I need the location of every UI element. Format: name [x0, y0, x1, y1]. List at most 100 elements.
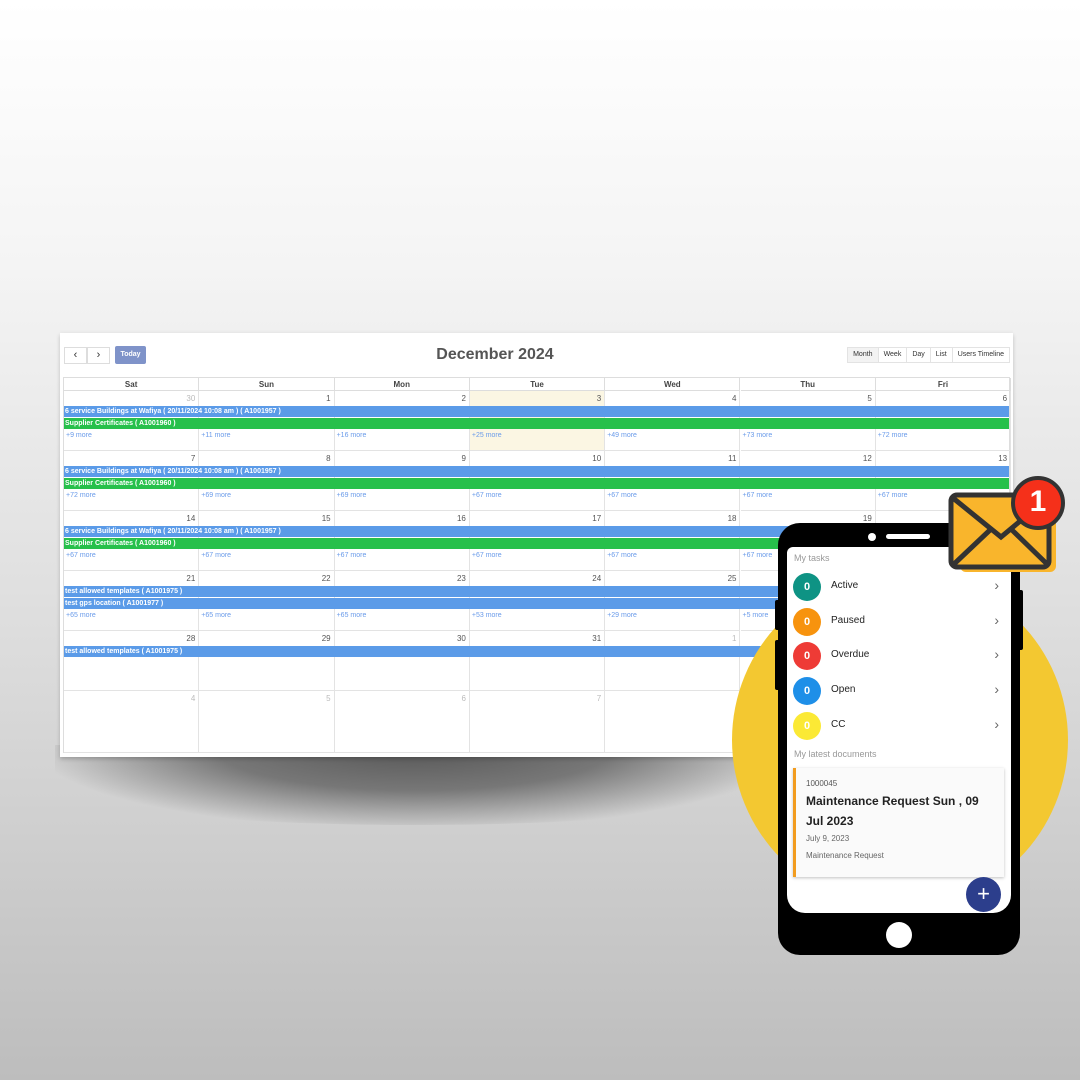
next-button[interactable]: ›	[87, 347, 110, 364]
chevron-right-icon: ›	[994, 681, 999, 697]
more-link[interactable]: +67 more	[743, 492, 773, 499]
day-number: 14	[186, 514, 196, 523]
day-number: 1	[732, 634, 737, 643]
day-cell[interactable]: 5	[199, 691, 335, 753]
task-row-active[interactable]: 0 Active ›	[793, 572, 1005, 602]
day-number: 19	[862, 514, 872, 523]
more-link[interactable]: +25 more	[472, 432, 502, 439]
home-button[interactable]	[886, 922, 912, 948]
day-number: 16	[456, 514, 466, 523]
view-users-timeline-button[interactable]: Users Timeline	[951, 348, 1009, 362]
day-cell[interactable]: 29	[199, 631, 335, 691]
more-link[interactable]: +9 more	[66, 432, 92, 439]
more-link[interactable]: +11 more	[201, 432, 230, 439]
day-number: 31	[592, 634, 602, 643]
weekday-header: Fri	[875, 378, 1012, 391]
weekday-header: Tue	[469, 378, 606, 391]
count-badge: 0	[793, 712, 821, 740]
doc-id: 1000045	[806, 779, 838, 788]
task-row-cc[interactable]: 0 CC ›	[793, 711, 1005, 741]
task-row-paused[interactable]: 0 Paused ›	[793, 607, 1005, 637]
more-link[interactable]: +65 more	[337, 612, 367, 619]
more-link[interactable]: +73 more	[743, 432, 773, 439]
task-label: Open	[831, 684, 856, 695]
event-bar[interactable]: Supplier Certificates ( A1001960 )	[64, 478, 1009, 489]
weekday-header: Wed	[605, 378, 741, 391]
more-link[interactable]: +67 more	[743, 552, 773, 559]
day-number: 8	[326, 454, 331, 463]
task-label: Paused	[831, 615, 865, 626]
more-link[interactable]: +67 more	[607, 492, 637, 499]
today-button[interactable]: Today	[115, 346, 146, 364]
more-link[interactable]: +67 more	[878, 492, 908, 499]
day-number: 22	[321, 574, 331, 583]
day-number: 3	[596, 394, 602, 403]
phone-side-button	[775, 600, 781, 630]
day-cell[interactable]: 6	[334, 691, 470, 753]
weekday-header: Thu	[740, 378, 876, 391]
task-label: Active	[831, 580, 859, 591]
day-cell[interactable]: 28	[64, 631, 200, 691]
day-number: 23	[456, 574, 466, 583]
day-number: 28	[186, 634, 196, 643]
document-card[interactable]: 1000045 Maintenance Request Sun , 09 Jul…	[793, 768, 1004, 877]
camera-icon	[868, 533, 876, 541]
more-link[interactable]: +65 more	[66, 612, 96, 619]
more-link[interactable]: +69 more	[337, 492, 367, 499]
event-bar[interactable]: 6 service Buildings at Wafiya ( 20/11/20…	[64, 406, 1009, 417]
view-list-button[interactable]: List	[929, 348, 952, 362]
more-link[interactable]: +29 more	[607, 612, 637, 619]
weekday-header: Sat	[64, 378, 200, 391]
task-row-open[interactable]: 0 Open ›	[793, 676, 1005, 706]
more-link[interactable]: +67 more	[472, 552, 502, 559]
latest-docs-heading: My latest documents	[794, 749, 877, 759]
event-bar[interactable]: Supplier Certificates ( A1001960 )	[64, 418, 1009, 429]
day-number: 29	[321, 634, 331, 643]
day-number: 12	[862, 454, 872, 463]
more-link[interactable]: +53 more	[472, 612, 502, 619]
day-cell[interactable]: 7	[469, 691, 606, 753]
day-number: 10	[592, 454, 602, 463]
more-link[interactable]: +67 more	[607, 552, 637, 559]
day-number: 21	[186, 574, 196, 583]
day-number: 4	[732, 394, 737, 403]
more-link[interactable]: +72 more	[66, 492, 96, 499]
day-cell[interactable]: 31	[469, 631, 606, 691]
day-number: 1	[326, 394, 331, 403]
more-link[interactable]: +67 more	[472, 492, 502, 499]
day-cell[interactable]: 1	[605, 631, 741, 691]
view-day-button[interactable]: Day	[906, 348, 929, 362]
doc-title: Maintenance Request Sun , 09 Jul 2023	[806, 794, 979, 828]
more-link[interactable]: +67 more	[201, 552, 231, 559]
speaker-grille	[886, 534, 930, 539]
more-link[interactable]: +49 more	[607, 432, 637, 439]
doc-type: Maintenance Request	[806, 851, 884, 860]
chevron-right-icon: ›	[994, 646, 999, 662]
view-week-button[interactable]: Week	[877, 348, 907, 362]
view-month-button[interactable]: Month	[848, 348, 878, 362]
more-link[interactable]: +65 more	[201, 612, 231, 619]
count-badge: 0	[793, 677, 821, 705]
day-cell[interactable]: 4	[64, 691, 200, 753]
more-link[interactable]: +72 more	[878, 432, 908, 439]
more-link[interactable]: +16 more	[337, 432, 367, 439]
prev-button[interactable]: ‹	[64, 347, 87, 364]
day-number: 18	[727, 514, 737, 523]
count-badge: 0	[793, 573, 821, 601]
day-number: 17	[592, 514, 602, 523]
event-bar[interactable]: 6 service Buildings at Wafiya ( 20/11/20…	[64, 466, 1009, 477]
day-cell[interactable]	[605, 691, 741, 753]
day-cell[interactable]: 30	[334, 631, 470, 691]
phone-side-button	[775, 640, 781, 690]
day-number: 7	[190, 454, 196, 463]
weekday-header: Sun	[199, 378, 335, 391]
more-link[interactable]: +67 more	[337, 552, 367, 559]
more-link[interactable]: +5 more	[743, 612, 769, 619]
chevron-right-icon: ›	[994, 577, 999, 593]
weekday-header: Mon	[334, 378, 470, 391]
day-number: 24	[592, 574, 602, 583]
more-link[interactable]: +69 more	[201, 492, 231, 499]
more-link[interactable]: +67 more	[66, 552, 96, 559]
add-button[interactable]: +	[966, 877, 1001, 912]
task-row-overdue[interactable]: 0 Overdue ›	[793, 641, 1005, 671]
